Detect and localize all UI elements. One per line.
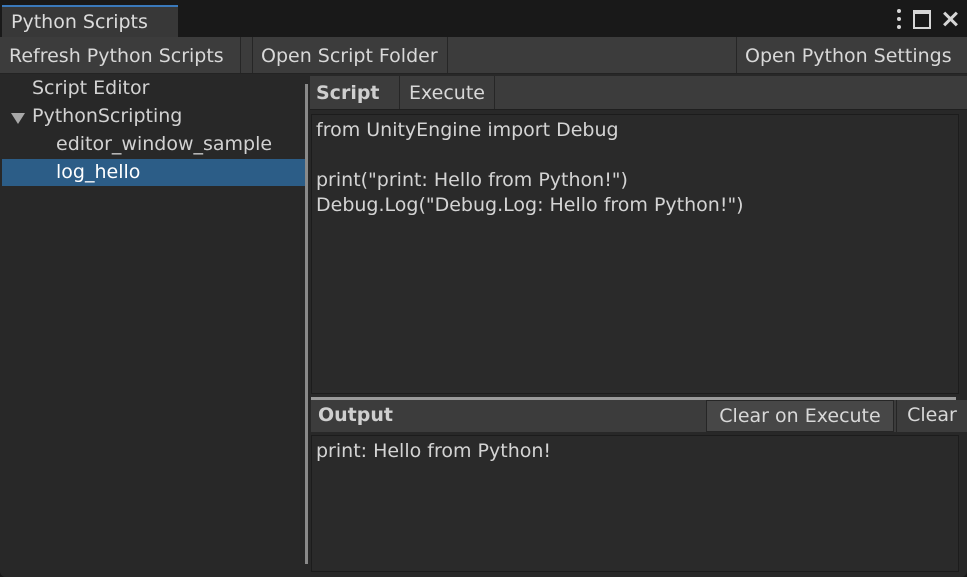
execute-button[interactable]: Execute: [399, 76, 495, 109]
script-tree: Script Editor PythonScripting editor_win…: [0, 74, 305, 577]
tree-item-log-hello[interactable]: log_hello: [2, 159, 305, 186]
script-header: Script Execute: [310, 76, 967, 110]
title-bar: Python Scripts: [0, 0, 967, 37]
clear-on-execute-toggle[interactable]: Clear on Execute: [706, 400, 894, 432]
more-options-icon[interactable]: [895, 9, 903, 29]
refresh-python-scripts-button[interactable]: Refresh Python Scripts: [1, 37, 241, 73]
output-textarea[interactable]: print: Hello from Python!: [311, 435, 959, 572]
close-icon[interactable]: [941, 10, 959, 28]
script-editor-textarea[interactable]: from UnityEngine import Debug print("pri…: [311, 114, 959, 394]
script-header-label: Script: [316, 82, 380, 104]
tree-item-script-editor[interactable]: Script Editor: [2, 75, 305, 102]
output-header: Output Clear on Execute Clear: [311, 400, 967, 432]
tree-item-label: log_hello: [56, 161, 141, 183]
panel-splitter[interactable]: [305, 84, 308, 564]
output-header-label: Output: [318, 404, 393, 426]
window-tab[interactable]: Python Scripts: [2, 5, 178, 37]
clear-button[interactable]: Clear: [896, 400, 967, 432]
python-scripts-window: Python Scripts Refresh Python Scripts Op…: [0, 0, 967, 577]
maximize-icon[interactable]: [913, 9, 931, 29]
open-python-settings-button[interactable]: Open Python Settings: [736, 37, 965, 73]
tree-item-pythonscripting[interactable]: PythonScripting: [2, 103, 305, 130]
open-script-folder-button[interactable]: Open Script Folder: [252, 37, 448, 73]
title-icons: [895, 8, 959, 30]
expand-arrow-icon[interactable]: [11, 113, 25, 124]
tree-item-label: Script Editor: [32, 77, 150, 99]
tree-item-label: editor_window_sample: [56, 133, 273, 155]
tree-item-editor-window-sample[interactable]: editor_window_sample: [2, 131, 305, 158]
tree-item-label: PythonScripting: [32, 105, 183, 127]
toolbar: Refresh Python Scripts Open Script Folde…: [0, 37, 967, 74]
